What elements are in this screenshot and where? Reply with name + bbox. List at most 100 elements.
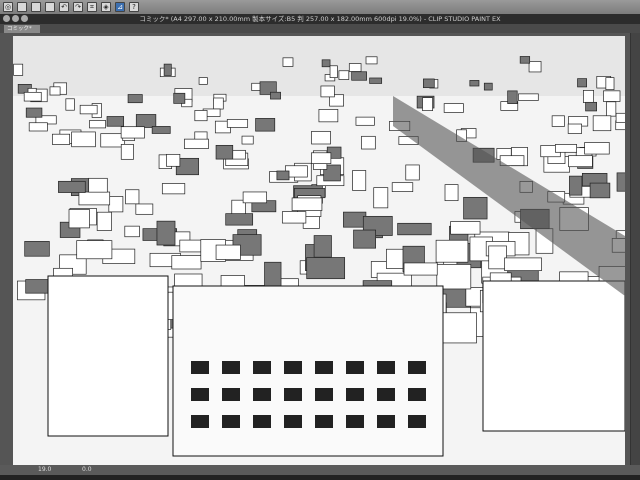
house-shape	[551, 115, 565, 127]
maximize-icon[interactable]	[21, 15, 28, 22]
house-shape	[518, 93, 539, 101]
house-shape	[276, 170, 290, 181]
house-shape	[52, 133, 71, 145]
tab-bar: コミック*	[0, 24, 640, 33]
house-shape	[351, 71, 367, 81]
house-shape	[215, 244, 241, 260]
house-shape	[65, 98, 75, 111]
minimize-icon[interactable]	[12, 15, 19, 22]
building-window	[346, 388, 364, 401]
house-shape	[88, 177, 108, 193]
house-shape	[422, 97, 433, 111]
house-shape	[79, 104, 98, 115]
canvas-area[interactable]	[0, 33, 630, 465]
help-icon[interactable]: ?	[129, 2, 139, 12]
house-shape	[135, 203, 154, 215]
transform-icon[interactable]: ⌗	[87, 2, 97, 12]
house-shape	[329, 65, 338, 78]
house-shape	[568, 155, 593, 168]
house-shape	[173, 92, 186, 104]
house-shape	[264, 261, 282, 287]
redo-icon[interactable]: ↷	[73, 2, 83, 12]
canvas-illustration[interactable]	[13, 36, 625, 465]
building-window	[191, 388, 209, 401]
house-shape	[226, 119, 249, 128]
building-window	[191, 415, 209, 428]
fill-icon[interactable]: ◈	[101, 2, 111, 12]
house-shape	[488, 245, 507, 270]
building-window	[315, 388, 333, 401]
house-shape	[213, 97, 224, 110]
building-window	[346, 415, 364, 428]
open-icon[interactable]	[31, 2, 41, 12]
undo-icon[interactable]: ↶	[59, 2, 69, 12]
building-window	[346, 361, 364, 374]
house-shape	[215, 144, 234, 160]
building-window	[253, 388, 271, 401]
house-shape	[584, 142, 610, 155]
house-shape	[373, 187, 389, 209]
house-shape	[108, 196, 124, 213]
zoom-value[interactable]: 19.0	[38, 465, 51, 475]
house-shape	[528, 61, 542, 73]
house-shape	[605, 77, 615, 91]
house-shape	[444, 184, 459, 202]
house-shape	[606, 101, 617, 117]
building-window	[377, 361, 395, 374]
house-shape	[156, 220, 176, 246]
save-icon[interactable]	[45, 2, 55, 12]
tab-comic[interactable]: コミック*	[4, 25, 40, 33]
building-window	[408, 388, 426, 401]
house-shape	[194, 110, 208, 122]
ruler-icon[interactable]: ⊿	[115, 2, 125, 12]
house-shape	[353, 229, 376, 249]
house-shape	[270, 91, 281, 100]
house-shape	[89, 120, 106, 129]
building-window	[222, 388, 240, 401]
house-shape	[585, 101, 597, 112]
house-shape	[450, 221, 481, 235]
house-shape	[583, 90, 594, 103]
house-shape	[365, 56, 378, 65]
building-window	[284, 361, 302, 374]
building-window	[377, 388, 395, 401]
house-shape	[338, 70, 350, 80]
house-shape	[225, 213, 254, 226]
house-shape	[463, 196, 488, 220]
building-window	[315, 361, 333, 374]
vertical-scrollbar[interactable]	[630, 33, 640, 465]
house-shape	[320, 85, 335, 98]
house-shape	[443, 103, 464, 113]
house-shape	[403, 262, 438, 276]
house-shape	[120, 126, 145, 139]
window-controls	[3, 15, 28, 22]
building-window	[284, 388, 302, 401]
house-shape	[241, 135, 254, 145]
house-shape	[28, 122, 48, 132]
rotation-angle[interactable]: 0.0	[82, 465, 92, 475]
house-shape	[127, 94, 143, 104]
house-shape	[151, 126, 171, 134]
house-shape	[567, 123, 582, 134]
house-shape	[391, 182, 414, 192]
house-shape	[125, 189, 140, 205]
building-window	[377, 415, 395, 428]
house-shape	[71, 131, 96, 148]
house-shape	[405, 164, 420, 181]
house-shape	[311, 130, 331, 145]
building-window	[222, 415, 240, 428]
house-shape	[68, 209, 90, 229]
new-icon[interactable]	[17, 2, 27, 12]
house-shape	[49, 86, 61, 96]
house-shape	[577, 78, 588, 88]
house-shape	[163, 63, 172, 76]
close-icon[interactable]	[3, 15, 10, 22]
house-shape	[343, 211, 367, 228]
app-icon[interactable]: ◎	[3, 2, 13, 12]
building-window	[408, 415, 426, 428]
house-shape	[519, 56, 531, 64]
house-shape	[369, 77, 383, 84]
main-toolbar: ◎ ↶ ↷ ⌗ ◈ ⊿ ?	[0, 0, 640, 14]
house-shape	[255, 118, 276, 132]
house-shape	[352, 170, 367, 191]
